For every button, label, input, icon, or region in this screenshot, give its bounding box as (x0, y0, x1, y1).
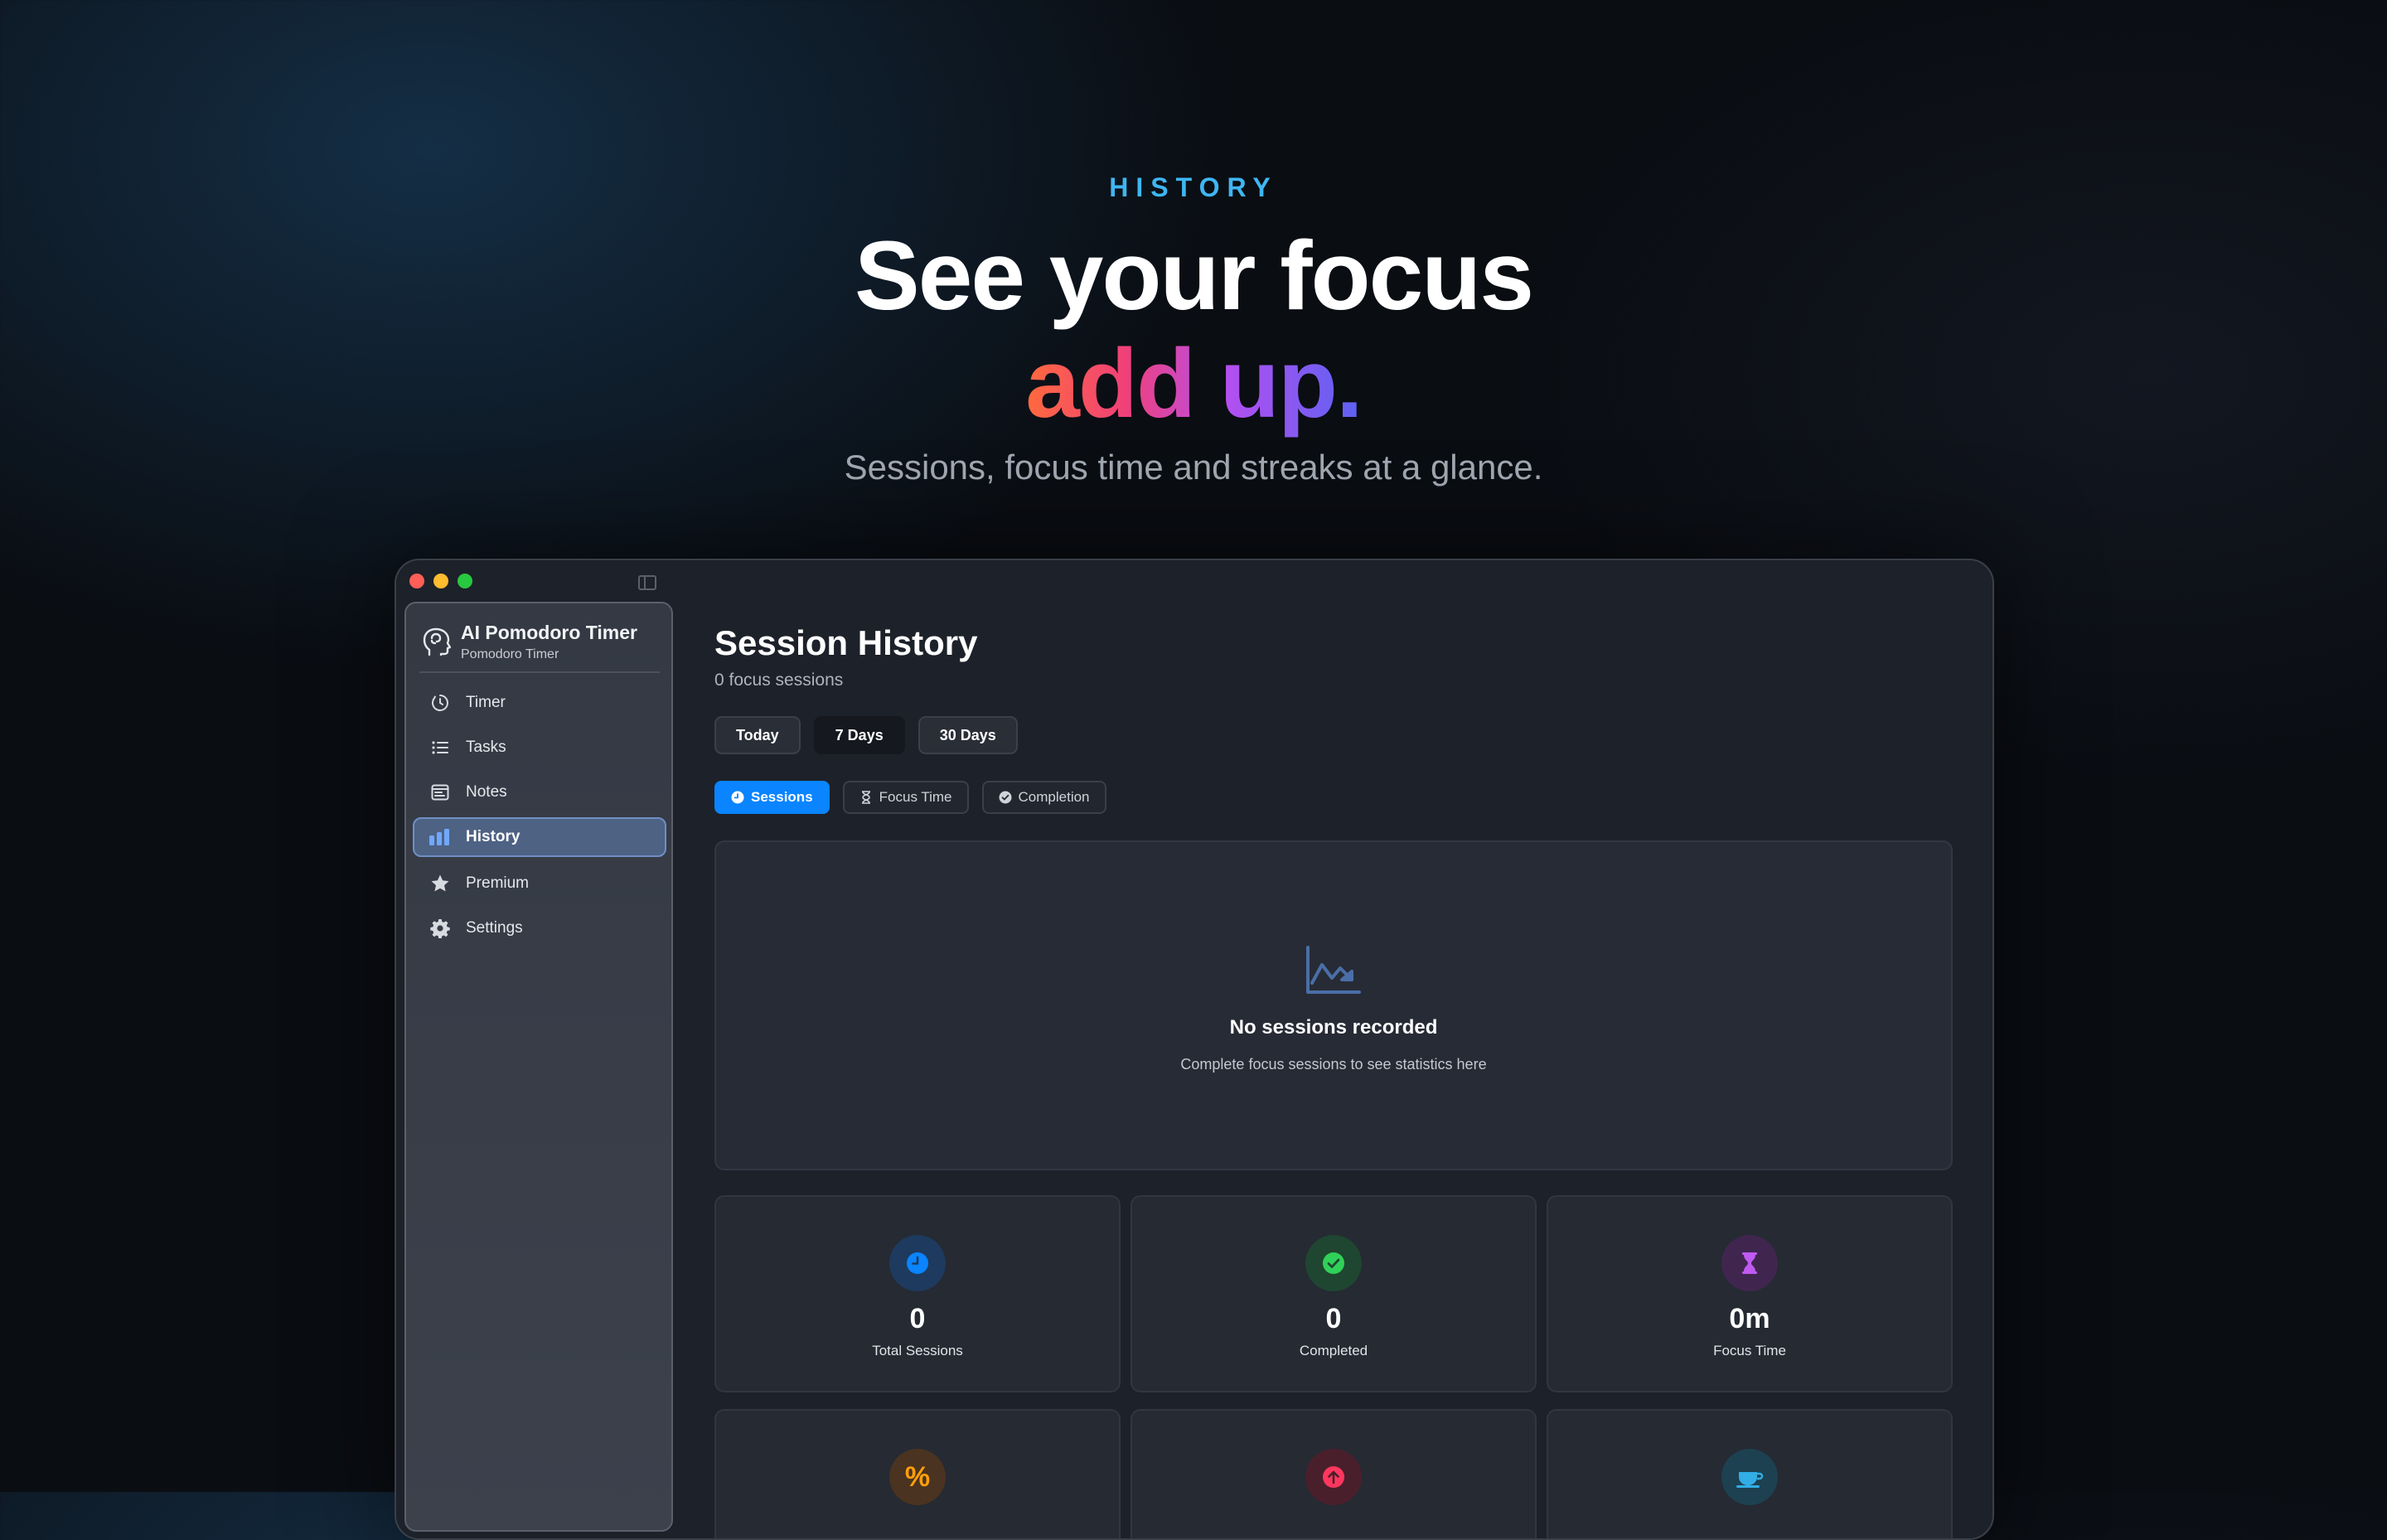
stat-breaks (1547, 1409, 1953, 1538)
sidebar-item-label: Tasks (466, 739, 506, 756)
arrow-up-circle-icon (1305, 1449, 1362, 1505)
sidebar-divider (419, 671, 660, 673)
range-30-days-button[interactable]: 30 Days (918, 716, 1018, 754)
metric-completion-button[interactable]: Completion (981, 781, 1106, 814)
sidebar-item-label: Settings (466, 919, 523, 937)
sidebar-item-tasks[interactable]: Tasks (413, 728, 666, 768)
window-controls (409, 574, 472, 588)
app-header: AI Pomodoro Timer Pomodoro Timer (423, 622, 637, 662)
clock-icon (731, 791, 744, 804)
stat-value: 0 (909, 1303, 926, 1334)
headline-line-1: See your focus (855, 221, 1534, 331)
range-today-button[interactable]: Today (714, 716, 801, 754)
zoom-window-button[interactable] (458, 574, 472, 588)
sidebar: AI Pomodoro Timer Pomodoro Timer Timer T… (404, 602, 673, 1532)
metric-label: Sessions (751, 789, 813, 805)
brain-head-icon (423, 627, 451, 658)
sidebar-item-timer[interactable]: Timer (413, 683, 666, 723)
session-count: 0 focus sessions (714, 671, 844, 690)
sidebar-toggle-icon[interactable] (638, 575, 656, 590)
gear-icon (429, 918, 451, 939)
stat-completed: 0 Completed (1131, 1195, 1537, 1392)
minimize-window-button[interactable] (433, 574, 448, 588)
app-subtitle: Pomodoro Timer (461, 647, 559, 661)
bar-chart-icon (429, 826, 451, 848)
chart-line-down-icon (1305, 945, 1362, 995)
hero-eyebrow: HISTORY (1109, 172, 1278, 202)
stat-streak (1131, 1409, 1537, 1538)
star-icon (429, 873, 451, 894)
stat-label: Completed (1299, 1343, 1368, 1358)
stat-value: 0m (1729, 1303, 1770, 1334)
stat-focus-time: 0m Focus Time (1547, 1195, 1953, 1392)
hero-subhead: Sessions, focus time and streaks at a gl… (844, 448, 1543, 487)
app-window: AI Pomodoro Timer Pomodoro Timer Timer T… (395, 559, 1994, 1540)
sidebar-item-label: Timer (466, 694, 506, 711)
sidebar-item-settings[interactable]: Settings (413, 908, 666, 948)
check-circle-icon (1305, 1235, 1362, 1291)
stat-label: Total Sessions (872, 1343, 963, 1358)
range-segmented-control: Today 7 Days 30 Days (714, 716, 1018, 754)
stat-completion-rate: % (714, 1409, 1121, 1538)
sidebar-item-label: History (466, 828, 520, 845)
stat-value: 0 (1325, 1303, 1342, 1334)
app-title: AI Pomodoro Timer (461, 622, 637, 643)
sidebar-item-notes[interactable]: Notes (413, 772, 666, 812)
metric-focus-time-button[interactable]: Focus Time (842, 781, 969, 814)
main-content: Session History 0 focus sessions Today 7… (714, 560, 1992, 1538)
cup-icon (1721, 1449, 1778, 1505)
sidebar-item-premium[interactable]: Premium (413, 864, 666, 903)
notes-icon (429, 782, 451, 803)
empty-state-title: No sessions recorded (1229, 1016, 1438, 1039)
sidebar-item-label: Premium (466, 874, 530, 892)
headline-line-2: add up. (1025, 329, 1363, 438)
sidebar-item-history[interactable]: History (413, 817, 666, 857)
stat-label: Focus Time (1713, 1343, 1786, 1358)
sessions-chart-empty-state: No sessions recorded Complete focus sess… (714, 840, 1953, 1170)
clock-icon (889, 1235, 946, 1291)
sidebar-nav: Timer Tasks Notes History Premium Settin… (413, 683, 666, 953)
hourglass-icon (859, 791, 873, 804)
timer-icon (429, 692, 451, 714)
sidebar-item-label: Notes (466, 783, 507, 801)
check-circle-icon (999, 791, 1012, 804)
page-title: Session History (714, 623, 978, 662)
close-window-button[interactable] (409, 574, 424, 588)
empty-state-subtitle: Complete focus sessions to see statistic… (1180, 1056, 1487, 1073)
hourglass-icon (1721, 1235, 1778, 1291)
percent-icon: % (889, 1449, 946, 1505)
metric-selector: Sessions Focus Time Completion (714, 781, 1106, 814)
metric-label: Focus Time (879, 789, 952, 805)
metric-label: Completion (1018, 789, 1090, 805)
list-icon (429, 737, 451, 758)
range-7-days-button[interactable]: 7 Days (813, 716, 905, 754)
stat-total-sessions: 0 Total Sessions (714, 1195, 1121, 1392)
metric-sessions-button[interactable]: Sessions (714, 781, 830, 814)
hero-headline: See your focus add up. (0, 222, 2387, 438)
